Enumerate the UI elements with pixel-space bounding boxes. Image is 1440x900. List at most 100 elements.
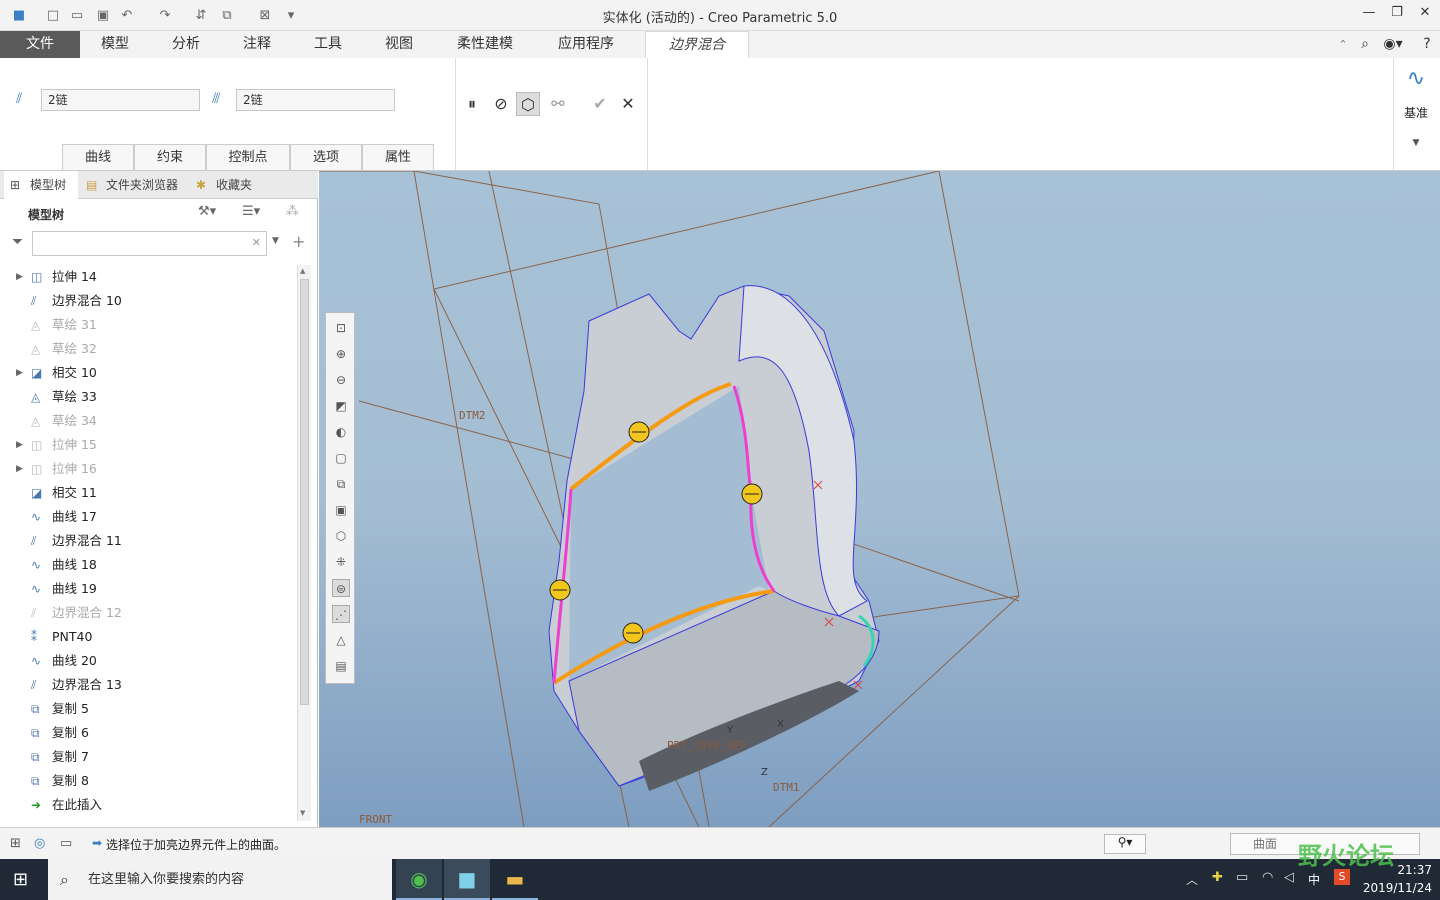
- graphics-viewport[interactable]: DTM2 DTM1 FRONT PRT_CSYS_DEF Y X Z ⊡ ⊕ ⊖…: [319, 170, 1440, 828]
- tab-flexible-modeling[interactable]: 柔性建模: [434, 31, 536, 58]
- tab-tools[interactable]: 工具: [292, 31, 364, 58]
- community-icon[interactable]: ◉▾: [1380, 31, 1406, 58]
- tray-app-icon[interactable]: ✚: [1212, 870, 1223, 885]
- tree-item[interactable]: ▶ ◪ 相交 10: [0, 361, 296, 385]
- clear-search-icon[interactable]: ✕: [252, 236, 261, 249]
- refit-icon[interactable]: ⊡: [332, 319, 350, 337]
- taskbar-creo-icon[interactable]: ■: [444, 859, 490, 900]
- tree-item[interactable]: ⧉ 复制 8: [0, 769, 296, 793]
- tab-analysis[interactable]: 分析: [150, 31, 222, 58]
- tree-item[interactable]: ➜ 在此插入: [0, 793, 296, 817]
- verify-mode-icon[interactable]: ⬡: [516, 92, 540, 116]
- tab-view[interactable]: 视图: [364, 31, 434, 58]
- taskbar-explorer-icon[interactable]: ▬: [492, 859, 538, 900]
- search-icon[interactable]: ⌕: [1356, 31, 1374, 58]
- tree-item[interactable]: ⫽ 边界混合 13: [0, 673, 296, 697]
- navigator-toggle-icon[interactable]: ⊞: [10, 836, 21, 851]
- taskbar-search-input[interactable]: ⌕ 在这里输入你要搜索的内容: [48, 859, 392, 900]
- tree-item[interactable]: ⧉ 复制 5: [0, 697, 296, 721]
- datum-display-icon[interactable]: ⁜: [332, 553, 350, 571]
- tree-item[interactable]: ⫽ 边界混合 11: [0, 529, 296, 553]
- zoom-out-icon[interactable]: ⊖: [332, 371, 350, 389]
- datum-label[interactable]: 基准: [1398, 104, 1434, 121]
- tree-item[interactable]: ∿ 曲线 19: [0, 577, 296, 601]
- tree-item[interactable]: ⧉ 复制 6: [0, 721, 296, 745]
- tree-item[interactable]: ◬ 草绘 32: [0, 337, 296, 361]
- datum-dropdown-icon[interactable]: ▼: [1408, 138, 1424, 148]
- expand-arrow-icon[interactable]: ▶: [16, 457, 23, 481]
- tree-item[interactable]: ∿ 曲线 17: [0, 505, 296, 529]
- tree-item[interactable]: ▶ ◫ 拉伸 14: [0, 265, 296, 289]
- preview-glasses-icon[interactable]: ⚯: [546, 92, 570, 116]
- tree-search-input[interactable]: ✕: [32, 231, 267, 256]
- filter-icon[interactable]: ⏷: [12, 234, 23, 250]
- clock-date[interactable]: 2019/11/24: [1356, 881, 1432, 895]
- help-icon[interactable]: ?: [1418, 31, 1436, 58]
- close-button[interactable]: ✕: [1410, 5, 1440, 25]
- perspective-icon[interactable]: ▣: [332, 501, 350, 519]
- tree-columns-icon[interactable]: ⁂: [286, 204, 310, 224]
- tab-folder-browser[interactable]: ▤ 文件夹浏览器: [80, 171, 188, 199]
- tree-scrollbar[interactable]: ▲ ▼: [297, 265, 311, 821]
- tab-favorites[interactable]: ✱ 收藏夹: [190, 171, 262, 199]
- tree-item[interactable]: ▶ ◫ 拉伸 15: [0, 433, 296, 457]
- tree-item[interactable]: ◬ 草绘 33: [0, 385, 296, 409]
- tab-control-points[interactable]: 控制点: [206, 144, 290, 170]
- tab-applications[interactable]: 应用程序: [536, 31, 636, 58]
- confirm-icon[interactable]: ✔: [588, 92, 612, 116]
- tray-expand-icon[interactable]: ︿: [1186, 871, 1198, 888]
- browser-toggle-icon[interactable]: ◎: [34, 836, 45, 851]
- csys-label[interactable]: PRT_CSYS_DEF: [667, 739, 746, 752]
- tab-annotate[interactable]: 注释: [222, 31, 292, 58]
- expand-arrow-icon[interactable]: ▶: [16, 265, 23, 289]
- expand-arrow-icon[interactable]: ▶: [16, 361, 23, 385]
- tree-settings-icon[interactable]: ⚒▾: [198, 204, 232, 224]
- windows-start-icon[interactable]: ⊞: [13, 869, 28, 890]
- fullscreen-toggle-icon[interactable]: ▭: [60, 836, 72, 851]
- view-manager-icon[interactable]: ⧉: [332, 475, 350, 493]
- cancel-icon[interactable]: ✕: [616, 92, 640, 116]
- saved-orientations-icon[interactable]: ▢: [332, 449, 350, 467]
- tray-wifi-icon[interactable]: ◠: [1262, 870, 1273, 885]
- tab-constraints[interactable]: 约束: [134, 144, 206, 170]
- tab-options[interactable]: 选项: [290, 144, 362, 170]
- tab-file[interactable]: 文件: [0, 31, 80, 58]
- scroll-up-icon[interactable]: ▲: [300, 267, 305, 275]
- tree-item[interactable]: ◪ 相交 11: [0, 481, 296, 505]
- csys-display-icon[interactable]: △: [332, 631, 350, 649]
- tree-item[interactable]: ∿ 曲线 18: [0, 553, 296, 577]
- collapse-ribbon-icon[interactable]: ⌃: [1335, 31, 1351, 58]
- tab-model[interactable]: 模型: [80, 31, 150, 58]
- tree-item[interactable]: ◬ 草绘 34: [0, 409, 296, 433]
- scroll-down-icon[interactable]: ▼: [300, 809, 305, 817]
- first-direction-chain-field[interactable]: 2链: [41, 89, 200, 111]
- tray-ime-label[interactable]: 中: [1308, 871, 1320, 888]
- tray-battery-icon[interactable]: ▭: [1236, 870, 1248, 885]
- tree-item[interactable]: ⫽ 边界混合 12: [0, 601, 296, 625]
- taskbar-app-icon[interactable]: ◉: [396, 859, 442, 900]
- no-preview-icon[interactable]: ⊘: [489, 92, 513, 116]
- tab-properties[interactable]: 属性: [362, 144, 434, 170]
- tree-item[interactable]: ⧉ 复制 7: [0, 745, 296, 769]
- tree-item[interactable]: ◬ 草绘 31: [0, 313, 296, 337]
- search-dropdown-icon[interactable]: ▼: [272, 236, 279, 246]
- restore-button[interactable]: ❐: [1382, 5, 1412, 25]
- expand-arrow-icon[interactable]: ▶: [16, 433, 23, 457]
- datum-curve-icon[interactable]: ∿: [1400, 66, 1432, 92]
- datum-label-dtm2[interactable]: DTM2: [459, 409, 486, 422]
- second-direction-chain-field[interactable]: 2链: [236, 89, 395, 111]
- minimize-button[interactable]: —: [1354, 5, 1384, 25]
- tree-item[interactable]: ∿ 曲线 20: [0, 649, 296, 673]
- tray-sogou-icon[interactable]: S: [1334, 869, 1350, 885]
- tab-boundary-blend[interactable]: 边界混合: [645, 31, 749, 58]
- tray-volume-icon[interactable]: ◁: [1284, 870, 1294, 885]
- display-style-icon[interactable]: ◐: [332, 423, 350, 441]
- annotation-icon[interactable]: ▤: [332, 657, 350, 675]
- tab-curves[interactable]: 曲线: [62, 144, 134, 170]
- tree-show-icon[interactable]: ☰▾: [242, 204, 276, 224]
- tab-model-tree[interactable]: ⊞ 模型树: [4, 171, 78, 199]
- add-filter-icon[interactable]: +: [292, 232, 305, 251]
- annotation-display-icon[interactable]: ⊜: [332, 579, 350, 597]
- zoom-in-icon[interactable]: ⊕: [332, 345, 350, 363]
- repaint-icon[interactable]: ◩: [332, 397, 350, 415]
